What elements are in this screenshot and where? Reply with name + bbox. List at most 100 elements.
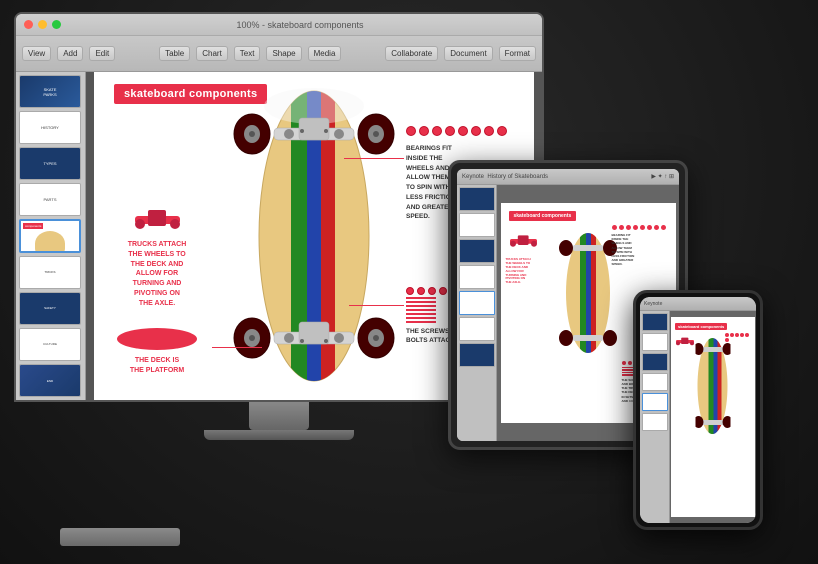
- tablet-thumb-6[interactable]: [459, 317, 495, 341]
- bearing-circle-3: [432, 126, 442, 136]
- phone-thumb-1[interactable]: [642, 313, 668, 331]
- tablet-slide-panel: [457, 185, 497, 441]
- tablet-thumb-4[interactable]: [459, 265, 495, 289]
- phone-thumb-4[interactable]: [642, 373, 668, 391]
- maximize-button[interactable]: [52, 20, 61, 29]
- bearing-circle-7: [484, 126, 494, 136]
- tablet-screw-dot-1: [622, 361, 626, 365]
- tablet-thumb-7[interactable]: [459, 343, 495, 367]
- bearing-circle-2: [419, 126, 429, 136]
- slide-thumb-7[interactable]: SAFETY: [19, 292, 81, 325]
- mac-mini: [60, 528, 180, 546]
- tablet-truck-icon-svg: [506, 233, 541, 251]
- screw-line-2: [406, 301, 436, 303]
- deck-text: THE DECK ISTHE PLATFORM: [102, 356, 212, 376]
- screw-dot-2: [417, 287, 425, 295]
- tablet-bearing-3: [626, 225, 631, 230]
- phone-app-name: Keynote: [644, 301, 662, 307]
- tablet-trucks-text: TRUCKS ATTACHTHE WHEELS TOTHE DECK ANDAL…: [506, 258, 541, 285]
- minimize-button[interactable]: [38, 20, 47, 29]
- bearing-circles: [406, 126, 526, 136]
- slide-thumb-2[interactable]: HISTORY: [19, 111, 81, 144]
- phone-bearing-5: [745, 333, 749, 337]
- tablet-bearing-2: [619, 225, 624, 230]
- slide-thumb-6[interactable]: TRICKS: [19, 256, 81, 289]
- deck-callout-line: [212, 347, 262, 348]
- tablet-bearing-4: [633, 225, 638, 230]
- phone-titlebar: Keynote: [640, 297, 756, 311]
- document-button[interactable]: Document: [444, 46, 492, 61]
- slide-thumb-3[interactable]: TYPES: [19, 147, 81, 180]
- bearing-circle-8: [497, 126, 507, 136]
- tablet-thumb-2[interactable]: [459, 213, 495, 237]
- screw-line-4: [406, 309, 436, 311]
- tablet-skateboard: [558, 223, 618, 363]
- window-title: 100% - skateboard components: [66, 20, 534, 30]
- screw-dot-4: [439, 287, 447, 295]
- phone-slide-panel: [640, 311, 670, 523]
- tablet-thumb-3[interactable]: [459, 239, 495, 263]
- chart-button[interactable]: Chart: [196, 46, 228, 61]
- monitor-base: [204, 430, 354, 440]
- slide-preview-8: CULTURE: [20, 329, 80, 360]
- phone-thumb-3[interactable]: [642, 353, 668, 371]
- tablet-bearing-circles: [612, 225, 672, 230]
- trucks-text: TRUCKS ATTACH THE WHEELS TOTHE DECK ANDA…: [102, 240, 212, 309]
- slide-thumb-1[interactable]: SKATEPARKS: [19, 75, 81, 108]
- phone-slide[interactable]: skateboard components: [671, 317, 755, 517]
- shape-button[interactable]: Shape: [266, 46, 301, 61]
- close-button[interactable]: [24, 20, 33, 29]
- screw-line-5: [406, 313, 436, 315]
- tablet-slide-title: skateboard components: [509, 211, 577, 221]
- skateboard-graphic: [194, 72, 434, 400]
- slide-thumb-4[interactable]: PARTS: [19, 183, 81, 216]
- phone-bearing-6: [725, 338, 729, 342]
- add-button[interactable]: Add: [57, 46, 83, 61]
- tablet-bearings-text: BEARING FITINSIDE THEWHEELS ANDALLOW THE…: [612, 233, 672, 267]
- skateboard-svg: [204, 76, 424, 396]
- phone-bearing-2: [730, 333, 734, 337]
- screw-line-7: [406, 321, 436, 323]
- slide-preview-6: TRICKS: [20, 257, 80, 288]
- slide-thumb-8[interactable]: CULTURE: [19, 328, 81, 361]
- phone-slide-title: skateboard components: [675, 323, 727, 330]
- bearing-circle-6: [471, 126, 481, 136]
- tablet-bearings: BEARING FITINSIDE THEWHEELS ANDALLOW THE…: [612, 225, 672, 267]
- view-button[interactable]: View: [22, 46, 51, 61]
- bearing-circle-4: [445, 126, 455, 136]
- format-button[interactable]: Format: [499, 46, 536, 61]
- phone-app: Keynote skateboard components: [640, 297, 756, 523]
- media-button[interactable]: Media: [308, 46, 342, 61]
- phone-thumb-5[interactable]: [642, 393, 668, 411]
- slide-preview-9: END: [20, 365, 80, 396]
- text-button[interactable]: Text: [234, 46, 261, 61]
- slide-preview-4: PARTS: [20, 184, 80, 215]
- phone-skateboard-svg: [696, 331, 731, 441]
- truck-icon: [130, 206, 185, 236]
- screw-line-6: [406, 317, 436, 319]
- screw-line-1: [406, 297, 436, 299]
- table-button[interactable]: Table: [159, 46, 190, 61]
- bearing-circle-1: [406, 126, 416, 136]
- tablet-controls: ▶ ✦ ↑ ⊞: [651, 173, 674, 180]
- collaborate-button[interactable]: Collaborate: [385, 46, 438, 61]
- tablet-skateboard-svg: [558, 223, 618, 363]
- tablet-thumb-5[interactable]: [459, 291, 495, 315]
- phone-main: skateboard components: [640, 311, 756, 523]
- tablet-thumb-1[interactable]: [459, 187, 495, 211]
- edit-button[interactable]: Edit: [89, 46, 115, 61]
- slide-panel[interactable]: SKATEPARKS HISTORY TYPES: [16, 72, 86, 400]
- phone-thumb-6[interactable]: [642, 413, 668, 431]
- phone-thumb-2[interactable]: [642, 333, 668, 351]
- deck-annotation: THE DECK ISTHE PLATFORM: [102, 328, 212, 376]
- phone-canvas: skateboard components: [670, 311, 756, 523]
- phone-skateboard: [696, 331, 731, 441]
- slide-thumb-5[interactable]: components: [19, 219, 81, 252]
- screw-dot-3: [428, 287, 436, 295]
- slide-thumb-9[interactable]: END: [19, 364, 81, 397]
- phone-truck-icon-svg: [673, 336, 697, 348]
- tablet-bearing-6: [647, 225, 652, 230]
- toolbar: View Add Edit Table Chart Text Shape Med…: [16, 36, 542, 72]
- tablet-titlebar: Keynote History of Skateboards ▶ ✦ ↑ ⊞: [457, 169, 679, 185]
- screw-dot-1: [406, 287, 414, 295]
